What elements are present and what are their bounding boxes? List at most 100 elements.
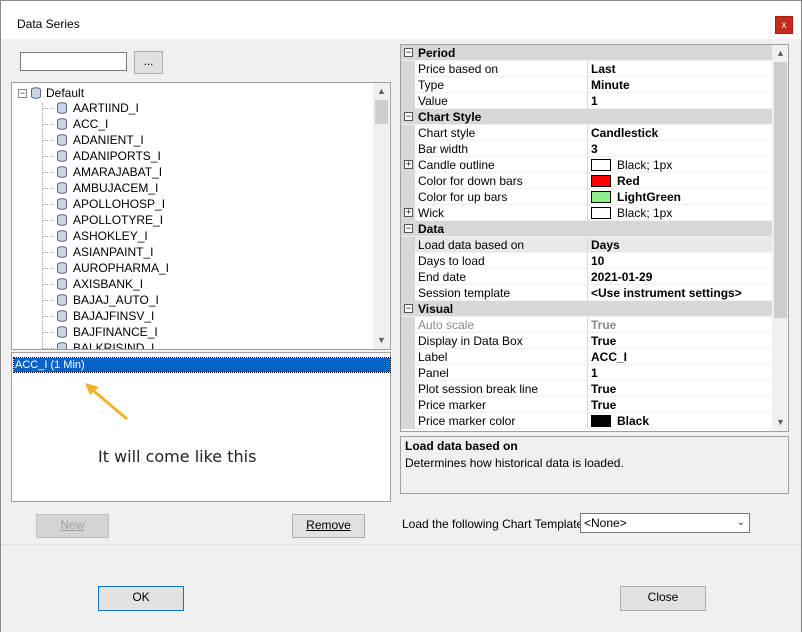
tree-item[interactable]: AXISBANK_I: [12, 276, 372, 292]
prop-value[interactable]: LightGreen: [591, 190, 681, 204]
row-gutter: [401, 93, 415, 109]
tree-item[interactable]: ADANIENT_I: [12, 132, 372, 148]
prop-value[interactable]: Black; 1px: [591, 158, 672, 172]
prop-session-template[interactable]: Session template <Use instrument setting…: [401, 285, 772, 301]
prop-wick[interactable]: + Wick Black; 1px: [401, 205, 772, 221]
prop-value[interactable]: Candlestick: [591, 126, 658, 140]
tree-scroll-thumb[interactable]: [375, 100, 388, 124]
prop-end-date[interactable]: End date 2021-01-29: [401, 269, 772, 285]
expand-icon[interactable]: +: [404, 160, 413, 169]
tree-item[interactable]: ASHOKLEY_I: [12, 228, 372, 244]
prop-value[interactable]: 2021-01-29: [591, 270, 652, 284]
tree-item[interactable]: BAJFINANCE_I: [12, 324, 372, 340]
prop-value[interactable]: 1: [591, 94, 598, 108]
tree-item-label: APOLLOTYRE_I: [73, 213, 164, 227]
category-visual[interactable]: − Visual: [401, 301, 772, 317]
prop-panel[interactable]: Panel 1: [401, 365, 772, 381]
selected-series-item[interactable]: ACC_I (1 Min): [13, 357, 391, 373]
tree-item[interactable]: APOLLOHOSP_I: [12, 196, 372, 212]
scroll-up-icon[interactable]: ▲: [772, 45, 788, 62]
prop-name: Panel: [418, 366, 449, 380]
scroll-up-icon[interactable]: ▲: [373, 83, 390, 100]
collapse-icon[interactable]: −: [404, 304, 413, 313]
tree-item-label: ASHOKLEY_I: [73, 229, 148, 243]
chevron-down-icon: ⌄: [736, 517, 745, 528]
prop-candle-outline[interactable]: + Candle outline Black; 1px: [401, 157, 772, 173]
prop-value[interactable]: True: [591, 334, 616, 348]
prop-type[interactable]: Type Minute: [401, 77, 772, 93]
collapse-icon[interactable]: −: [404, 224, 413, 233]
prop-load-based-on[interactable]: Load data based on Days: [401, 237, 772, 253]
prop-days-to-load[interactable]: Days to load 10: [401, 253, 772, 269]
prop-value[interactable]: True: [591, 382, 616, 396]
prop-name: Type: [418, 78, 445, 92]
tree-connector: [42, 331, 54, 333]
tree-item[interactable]: BAJAJ_AUTO_I: [12, 292, 372, 308]
instrument-search-input[interactable]: [20, 52, 127, 71]
property-grid-scroll-thumb[interactable]: [774, 62, 787, 318]
tree-item[interactable]: AARTIIND_I: [12, 100, 372, 116]
category-data[interactable]: − Data: [401, 221, 772, 237]
category-chart-style[interactable]: − Chart Style: [401, 109, 772, 125]
new-button[interactable]: New: [36, 514, 109, 538]
row-gutter: [401, 317, 415, 333]
tree-item[interactable]: BAJAJFINSV_I: [12, 308, 372, 324]
prop-value[interactable]: 3: [591, 142, 598, 156]
column-divider: [587, 285, 588, 301]
tree-item[interactable]: AMARAJABAT_I: [12, 164, 372, 180]
tree-root-default[interactable]: − Default: [18, 85, 84, 101]
prop-value[interactable]: Minute: [591, 78, 630, 92]
prop-value[interactable]: True: [591, 398, 616, 412]
prop-down-color[interactable]: Color for down bars Red: [401, 173, 772, 189]
tree-connector: [42, 219, 54, 221]
prop-value[interactable]: 1: [591, 366, 598, 380]
close-button[interactable]: Close: [620, 586, 706, 611]
prop-value-text: LightGreen: [617, 190, 682, 204]
row-gutter: [401, 381, 415, 397]
scroll-down-icon[interactable]: ▼: [373, 332, 390, 349]
collapse-icon[interactable]: −: [404, 48, 413, 57]
prop-auto-scale[interactable]: Auto scale True: [401, 317, 772, 333]
prop-value-row[interactable]: Value 1: [401, 93, 772, 109]
property-grid-scrollbar[interactable]: ▲ ▼: [772, 45, 788, 431]
tree-item[interactable]: AUROPHARMA_I: [12, 260, 372, 276]
prop-value[interactable]: Red: [591, 174, 640, 188]
tree-item[interactable]: ADANIPORTS_I: [12, 148, 372, 164]
prop-bar-width[interactable]: Bar width 3: [401, 141, 772, 157]
scroll-down-icon[interactable]: ▼: [772, 414, 788, 431]
prop-label[interactable]: Label ACC_I: [401, 349, 772, 365]
prop-value[interactable]: Last: [591, 62, 616, 76]
expand-icon[interactable]: +: [404, 208, 413, 217]
chart-template-select[interactable]: <None> ⌄: [580, 513, 750, 533]
tree-item[interactable]: ASIANPAINT_I: [12, 244, 372, 260]
prop-value[interactable]: Black; 1px: [591, 206, 672, 220]
prop-price-marker[interactable]: Price marker True: [401, 397, 772, 413]
category-label: Data: [418, 222, 445, 236]
tree-item[interactable]: ACC_I: [12, 116, 372, 132]
prop-price-based-on[interactable]: Price based on Last: [401, 61, 772, 77]
category-period[interactable]: − Period: [401, 45, 772, 61]
browse-button[interactable]: ...: [134, 51, 163, 74]
prop-value[interactable]: <Use instrument settings>: [591, 286, 742, 300]
prop-value[interactable]: ACC_I: [591, 350, 627, 364]
prop-plot-session-break[interactable]: Plot session break line True: [401, 381, 772, 397]
prop-price-marker-color[interactable]: Price marker color Black: [401, 413, 772, 429]
collapse-icon[interactable]: −: [18, 88, 27, 98]
collapse-icon[interactable]: −: [404, 112, 413, 121]
prop-value[interactable]: 10: [591, 254, 604, 268]
prop-display-in-data-box[interactable]: Display in Data Box True: [401, 333, 772, 349]
tree-item[interactable]: AMBUJACEM_I: [12, 180, 372, 196]
close-window-button[interactable]: x: [775, 16, 793, 34]
prop-up-color[interactable]: Color for up bars LightGreen: [401, 189, 772, 205]
prop-chart-style[interactable]: Chart style Candlestick: [401, 125, 772, 141]
tree-item[interactable]: BALKRISIND_I: [12, 340, 372, 349]
prop-name: Plot session break line: [418, 382, 539, 396]
ok-button[interactable]: OK: [98, 586, 184, 611]
tree-item[interactable]: APOLLOTYRE_I: [12, 212, 372, 228]
prop-value[interactable]: Days: [591, 238, 620, 252]
tree-scrollbar[interactable]: ▲ ▼: [373, 83, 390, 349]
column-divider: [587, 381, 588, 397]
prop-value[interactable]: Black: [591, 414, 649, 428]
remove-button[interactable]: Remove: [292, 514, 365, 538]
tree-connector: [42, 171, 54, 173]
